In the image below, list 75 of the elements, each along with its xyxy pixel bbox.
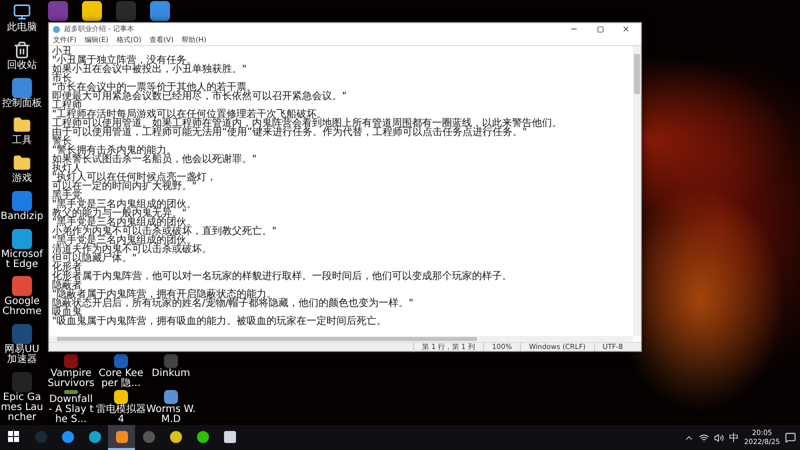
text-line: 执灯人 [52, 164, 82, 173]
computer-icon[interactable] [12, 2, 32, 22]
icon-label: Bandizip [0, 212, 44, 222]
text-line: 隐蔽者 [52, 281, 82, 290]
windows-logo-icon [8, 431, 19, 442]
text-line: "市长在会议中的一票等价于其他人的若干票。 [52, 83, 257, 92]
text-line: "黑手党是三名内鬼组成的团伙。 [52, 200, 198, 209]
icon-label: 此电脑 [6, 23, 38, 33]
app-icon [142, 430, 154, 442]
notepad-icon [53, 26, 60, 32]
icon-label: Dinkum [150, 369, 192, 379]
icon-label: 网易UU加速器 [4, 345, 40, 366]
icon-label: Worms W.M.D [146, 405, 196, 425]
text-line: 黑手党 [52, 191, 82, 200]
app-icon[interactable] [12, 228, 32, 249]
icon-label: 游戏 [11, 174, 33, 184]
maximize-icon[interactable] [596, 26, 604, 32]
app-icon [170, 430, 182, 442]
text-line: 但可以隐藏尸体。" [52, 254, 137, 263]
text-line: 可以在一定的时间内扩大视野。" [52, 182, 197, 191]
app-icon [116, 430, 128, 442]
taskbar-app-button[interactable] [108, 425, 135, 450]
icon-label: Google Chrome [1, 297, 43, 318]
text-line: 即便最大可用紧急会议数已经用尽，市长依然可以召开紧急会议。" [52, 92, 348, 101]
app-icon [224, 430, 236, 442]
app-icon[interactable] [150, 1, 170, 21]
icon-label: Microsoft Edge [0, 250, 44, 270]
app-icon [62, 430, 74, 442]
text-line: 隐蔽状态开启后，所有玩家的姓名/宠物/帽子都将隐藏，他们的颜色也变为一样。" [52, 299, 414, 308]
text-line: 小丑 [52, 47, 72, 56]
app-icon[interactable] [82, 1, 102, 21]
network-icon[interactable] [699, 432, 710, 442]
text-line: "黑手党是三名内鬼组成的团伙。 [52, 236, 197, 245]
text-line: 由于可以使用管道，工程师可能无法用“使用”键来进行任务。作为代替，工程师可以点击任务点进行任务。" [52, 128, 527, 137]
text-line: "黑手党是三名内鬼组成的团伙。 [52, 218, 198, 227]
app-icon[interactable] [114, 390, 128, 404]
text-line: 如果警长试图击杀一名船员，他会以死谢罪。" [52, 155, 258, 164]
text-line: 如果小丑在会议中被投出，小丑单独获胜。" [52, 65, 248, 74]
icon-label: Epic Games Launcher [0, 392, 44, 423]
icon-label: 控制面板 [1, 98, 43, 109]
text-line: 工程师可以使用管道。如果工程师在管道内，内鬼阵营会看到地图上所有管道周围都有一圈蓝线，以此来警告他们。 [52, 119, 563, 128]
text-line: 化形者属于内鬼阵营，他可以对一名玩家的样貌进行取样。一段时间后，他们可以变成那个玩家的样子。 [52, 272, 513, 281]
text-line: "工程师存活时每局游戏可以在任何位置修理若干次飞船破坏。 [52, 110, 327, 119]
volume-icon[interactable] [714, 432, 724, 442]
icon-label: Core Keeper 隐... [98, 369, 144, 389]
input-method-indicator[interactable]: 中 [729, 430, 740, 444]
close-icon[interactable] [622, 25, 630, 33]
icon-label: 雷电模拟器4 [96, 405, 146, 425]
vertical-scrollbar[interactable] [633, 46, 641, 336]
text-line: "警长拥有击杀内鬼的能力。 [52, 146, 178, 155]
text-line: 小弟作为内鬼不可以击杀或破坏，直到教父死亡。" [52, 227, 278, 236]
icon-label: Downfall - A Slay the S... [47, 395, 95, 425]
text-line: 警长 [52, 137, 72, 146]
app-icon [196, 430, 208, 442]
recycle-bin-icon[interactable] [12, 40, 32, 60]
notification-icon[interactable] [785, 432, 796, 443]
text-line: 市长 [52, 74, 72, 83]
app-icon [88, 430, 100, 442]
text-line: 化形者 [52, 263, 82, 272]
text-line: 清道夫作为内鬼不可以击杀或破坏。 [52, 245, 213, 254]
text-line: 工程师 [52, 101, 82, 110]
text-line: 教父的能力与一般内鬼无异。" [52, 209, 188, 218]
icon-label: 回收站 [6, 60, 38, 71]
app-icon[interactable] [12, 276, 32, 296]
text-line: 吸血鬼 [52, 308, 82, 317]
text-line: "执灯人可以在任何时候点亮一盏灯， [52, 173, 218, 182]
icon-label: Vampire Survivors [46, 369, 96, 389]
app-icon[interactable] [164, 390, 178, 404]
text-line: "吸血鬼属于内鬼阵营，拥有吸血的能力。被吸血的玩家在一定时间后死亡。 [52, 317, 388, 326]
icon-label: 工具 [11, 136, 33, 146]
app-icon [34, 430, 46, 442]
control-panel-icon[interactable] [12, 78, 32, 98]
horizontal-scrollbar[interactable] [49, 336, 633, 342]
text-line: "小丑属于独立阵营，没有任务。 [52, 56, 197, 65]
text-line: "隐蔽者属于内鬼阵营，拥有开启隐蔽状态的能力。 [52, 290, 277, 299]
